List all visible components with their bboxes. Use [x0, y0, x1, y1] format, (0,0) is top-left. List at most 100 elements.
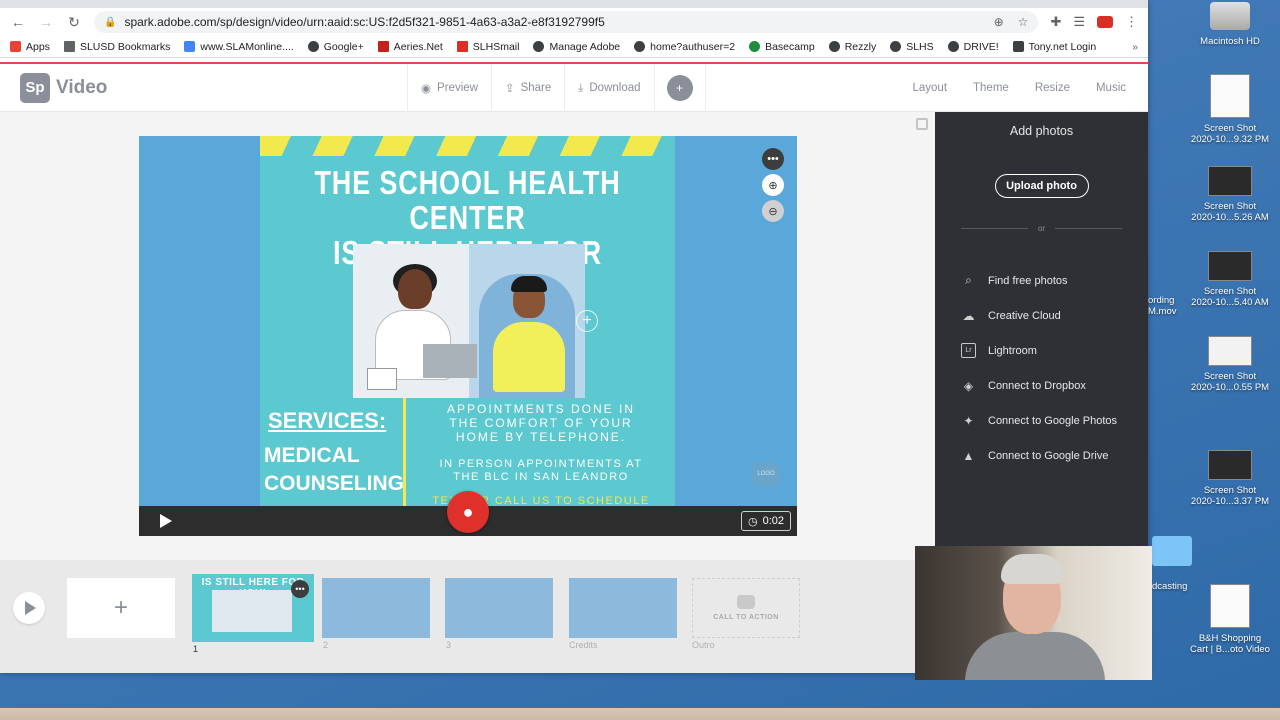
- folder-icon: [63, 41, 75, 52]
- screenshot-thumbnail: [1208, 166, 1252, 196]
- download-button[interactable]: ⤓ Download: [564, 64, 653, 112]
- add-photos-panel: Add photos Upload photo or ⌕ Find free ph…: [935, 112, 1148, 560]
- add-media-icon[interactable]: +: [576, 310, 598, 332]
- play-icon[interactable]: [160, 514, 172, 528]
- desktop-item-document[interactable]: B&H Shopping Cart | B...oto Video: [1182, 584, 1278, 655]
- reading-list-icon[interactable]: ☰: [1073, 14, 1085, 30]
- desktop-item-podcasting-partial[interactable]: dcasting: [1152, 581, 1187, 592]
- preview-button[interactable]: ◉ Preview: [407, 64, 491, 112]
- play-all-button[interactable]: [13, 592, 45, 624]
- url-field[interactable]: 🔒 spark.adobe.com/sp/design/video/urn:aa…: [94, 11, 1039, 33]
- forward-arrow-icon[interactable]: →: [38, 14, 54, 30]
- desktop-item-screenshot[interactable]: Screen Shot 2020-10...5.40 AM: [1182, 251, 1278, 308]
- bookmark-apps[interactable]: Apps: [10, 41, 50, 53]
- desktop-item-screenshot[interactable]: Screen Shot 2020-10...5.26 AM: [1182, 166, 1278, 223]
- star-icon[interactable]: ☆: [1018, 15, 1029, 29]
- upload-photo-button[interactable]: Upload photo: [994, 174, 1089, 198]
- clock-icon: ◷: [747, 515, 758, 528]
- zoom-out-icon[interactable]: ⊖: [762, 200, 784, 222]
- extensions-puzzle-icon[interactable]: ✚: [1050, 14, 1061, 30]
- bookmark-link[interactable]: Tony.net Login: [1012, 41, 1096, 53]
- slide-canvas[interactable]: THE SCHOOL HEALTH CENTER IS STILL HERE F…: [139, 136, 797, 536]
- doctor-head: [398, 269, 432, 309]
- slide-number: 3: [446, 640, 452, 650]
- google-drive-item[interactable]: ▲ Connect to Google Drive: [961, 438, 1148, 473]
- webcam-overlay: [915, 546, 1152, 680]
- desktop-item-screenshot[interactable]: Screen Shot 2020-10...9.32 PM: [1182, 74, 1278, 145]
- credits-slide-thumbnail[interactable]: [569, 578, 677, 638]
- slide-label: Credits: [569, 640, 598, 650]
- browser-menu-icon[interactable]: ⋮: [1125, 14, 1138, 30]
- slide-thumbnail[interactable]: [322, 578, 430, 638]
- document-thumbnail: [1210, 584, 1250, 628]
- lock-icon: 🔒: [104, 16, 117, 28]
- back-arrow-icon[interactable]: ←: [10, 14, 26, 30]
- logo-placeholder[interactable]: LOGO: [752, 462, 780, 486]
- reload-icon[interactable]: ↻: [66, 14, 82, 30]
- spark-logo-mark: Sp: [20, 72, 50, 103]
- screenshot-thumbnail: [1208, 450, 1252, 480]
- music-button[interactable]: Music: [1096, 82, 1126, 94]
- more-options-icon[interactable]: •••: [762, 148, 784, 170]
- google-photos-item[interactable]: ✦ Connect to Google Photos: [961, 403, 1148, 438]
- notepad-shape: [367, 368, 397, 390]
- slide-thumbnail[interactable]: [445, 578, 553, 638]
- zoom-in-icon[interactable]: ⊕: [762, 174, 784, 196]
- bookmark-link[interactable]: SLHSmail: [456, 41, 519, 53]
- grid-icon: [1012, 41, 1024, 52]
- bookmark-link[interactable]: Aeries.Net: [377, 41, 443, 53]
- spark-logo-text: Video: [56, 76, 108, 98]
- globe-icon: [533, 41, 545, 52]
- extension-badge-icon[interactable]: [1097, 16, 1113, 28]
- bookmark-link[interactable]: DRIVE!: [947, 41, 999, 53]
- resize-button[interactable]: Resize: [1035, 82, 1070, 94]
- slide-duration-button[interactable]: ◷ 0:02: [740, 511, 791, 531]
- outro-slide-thumbnail[interactable]: CALL TO ACTION: [692, 578, 800, 638]
- tab-strip: [0, 0, 1148, 8]
- bookmark-link[interactable]: Rezzly: [828, 41, 876, 53]
- theme-button[interactable]: Theme: [973, 82, 1009, 94]
- globe-icon: [828, 41, 840, 52]
- apps-grid-icon: [10, 41, 21, 52]
- bookmarks-overflow-button[interactable]: »: [1132, 41, 1138, 53]
- creative-cloud-item[interactable]: ☁ Creative Cloud: [961, 298, 1148, 333]
- globe-icon: [307, 41, 319, 52]
- gmail-icon: [456, 41, 468, 52]
- bookmark-link[interactable]: home?authuser=2: [634, 41, 735, 53]
- desktop-item-recording-partial[interactable]: ording M.mov: [1148, 295, 1177, 317]
- invite-collaborator-icon[interactable]: +: [666, 75, 693, 101]
- aeries-icon: [377, 41, 389, 52]
- slide-options-icon[interactable]: •••: [291, 580, 309, 598]
- slide-thumbnail-active[interactable]: IS STILL HERE FOR YOU! •••: [192, 574, 314, 642]
- dropbox-icon: ◈: [963, 378, 974, 393]
- bookmark-link[interactable]: Manage Adobe: [533, 41, 620, 53]
- add-slide-button[interactable]: +: [67, 578, 175, 638]
- record-voice-button[interactable]: ●: [447, 491, 489, 533]
- add-icon[interactable]: ⊕: [994, 15, 1004, 29]
- poster-image[interactable]: THE SCHOOL HEALTH CENTER IS STILL HERE F…: [260, 136, 675, 506]
- presenter-shirt: [965, 632, 1105, 680]
- desktop-item-screenshot[interactable]: Screen Shot 2020-10...3.37 PM: [1182, 450, 1278, 507]
- or-divider: or: [961, 224, 1122, 233]
- app-header: Sp Video ◉ Preview ⇪ Share ⤓ Download + Lay…: [0, 62, 1148, 112]
- microphone-icon: ●: [462, 501, 474, 522]
- dropbox-item[interactable]: ◈ Connect to Dropbox: [961, 368, 1148, 403]
- bookmark-link[interactable]: SLHS: [890, 41, 934, 53]
- spark-video-logo[interactable]: Sp Video: [20, 72, 108, 103]
- desktop-item-screenshot[interactable]: Screen Shot 2020-10...0.55 PM: [1182, 336, 1278, 393]
- find-free-photos-item[interactable]: ⌕ Find free photos: [961, 263, 1148, 298]
- bookmark-link[interactable]: www.SLAMonline....: [184, 41, 294, 53]
- creative-cloud-icon: ☁: [962, 308, 975, 323]
- bookmark-link[interactable]: Basecamp: [749, 41, 815, 53]
- lightroom-item[interactable]: Lr Lightroom: [961, 333, 1148, 368]
- collaborate-wrapper: +: [653, 64, 706, 112]
- folder-icon[interactable]: [1152, 536, 1192, 566]
- desktop-item-macintosh-hd[interactable]: Macintosh HD: [1182, 2, 1278, 47]
- share-button[interactable]: ⇪ Share: [490, 64, 564, 112]
- header-actions: ◉ Preview ⇪ Share ⤓ Download +: [407, 64, 706, 112]
- bookmark-folder[interactable]: SLUSD Bookmarks: [63, 41, 170, 53]
- badge-icon: [737, 595, 755, 609]
- layout-button[interactable]: Layout: [912, 82, 947, 94]
- fullscreen-icon[interactable]: [916, 118, 928, 130]
- bookmark-link[interactable]: Google+: [307, 41, 364, 53]
